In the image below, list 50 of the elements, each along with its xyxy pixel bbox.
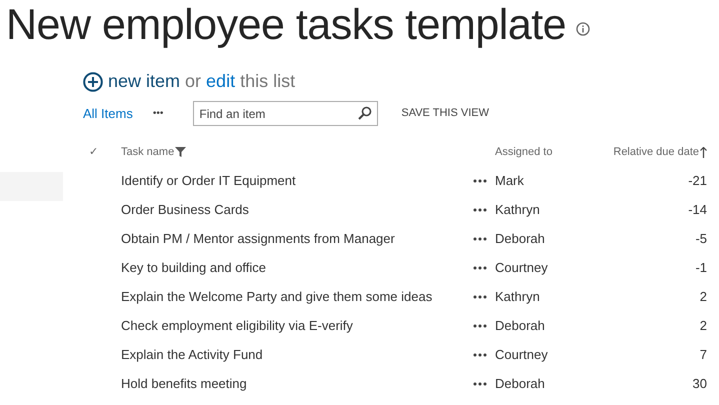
task-link[interactable]: Key to building and office: [121, 260, 266, 275]
more-icon[interactable]: [473, 266, 487, 270]
assignee-cell-text: Deborah: [495, 316, 546, 335]
more-icon[interactable]: [473, 382, 487, 386]
info-icon[interactable]: [576, 22, 590, 36]
assignee-cell-text: Deborah: [495, 374, 546, 393]
due-cell-text: -1: [694, 258, 707, 277]
more-icon[interactable]: [473, 352, 487, 356]
more-icon[interactable]: [473, 324, 487, 328]
task-link[interactable]: Explain the Activity Fund: [121, 346, 263, 362]
more-icon[interactable]: [473, 208, 487, 212]
task-link[interactable]: Order Business Cards: [121, 202, 249, 217]
new-item-link[interactable]: new item: [108, 68, 180, 95]
task-link[interactable]: Check employment eligibility via E-verify: [121, 318, 353, 333]
assignee-cell-text: Courtney: [495, 258, 549, 277]
assignee-cell-text: Deborah: [495, 230, 546, 248]
task-link[interactable]: Identify or Order IT Equipment: [121, 172, 296, 188]
task-link[interactable]: Obtain PM / Mentor assignments from Manager: [121, 230, 395, 246]
column-header[interactable]: Assigned to: [495, 144, 552, 160]
or-text: or: [185, 70, 202, 93]
sort-up-icon: [700, 146, 707, 158]
column-header[interactable]: Relative due date: [613, 144, 707, 160]
due-cell-text: 30: [692, 374, 707, 393]
edit-link[interactable]: edit: [206, 68, 236, 95]
due-cell-text: -14: [687, 200, 707, 219]
more-icon[interactable]: [473, 178, 487, 182]
add-icon[interactable]: [83, 72, 103, 92]
due-cell-text: 2: [698, 316, 707, 335]
more-icon[interactable]: [473, 236, 487, 240]
list-text: this list: [240, 70, 296, 93]
task-link[interactable]: Hold benefits meeting: [121, 376, 247, 391]
more-icon[interactable]: [473, 294, 487, 298]
due-cell-text: -21: [687, 172, 707, 190]
view-tab[interactable]: All Items: [83, 104, 133, 124]
search-icon[interactable]: [358, 106, 372, 120]
page-title: New employee tasks template: [6, 2, 566, 48]
search-field[interactable]: Find an item: [193, 101, 378, 126]
column-header[interactable]: Task name: [121, 144, 186, 160]
due-cell-text: 2: [698, 288, 707, 306]
task-link[interactable]: Explain the Welcome Party and give them some ideas: [121, 288, 432, 304]
filter-icon: [175, 147, 186, 157]
due-cell-text: -5: [694, 230, 707, 248]
assignee-cell-text: Kathryn: [495, 288, 541, 306]
select-all-check[interactable]: ✓: [83, 144, 121, 160]
assignee-cell-text: Courtney: [495, 346, 549, 364]
assignee-cell-text: Kathryn: [495, 200, 541, 219]
assignee-cell-text: Mark: [495, 172, 525, 190]
view-more-button[interactable]: •••: [152, 106, 164, 121]
due-cell-text: 7: [698, 346, 707, 364]
save-view-button[interactable]: SAVE THIS VIEW: [401, 105, 489, 122]
